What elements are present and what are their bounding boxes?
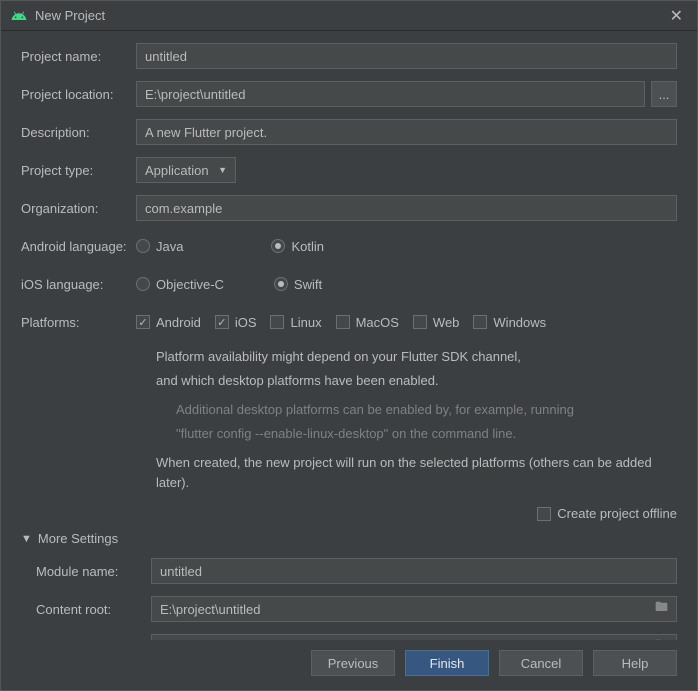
android-language-label: Android language: — [21, 239, 136, 254]
previous-button[interactable]: Previous — [311, 650, 395, 676]
new-project-dialog: New Project ✕ Project name: Project loca… — [0, 0, 698, 691]
project-location-label: Project location: — [21, 87, 136, 102]
help-button[interactable]: Help — [593, 650, 677, 676]
checkbox-icon: ✓ — [215, 315, 229, 329]
android-java-radio[interactable]: Java — [136, 239, 183, 254]
platform-info-line3: Additional desktop platforms can be enab… — [176, 400, 677, 420]
finish-button[interactable]: Finish — [405, 650, 489, 676]
content-root-input[interactable]: E:\project\untitled 🖿 — [151, 596, 677, 622]
platforms-label: Platforms: — [21, 315, 136, 330]
checkbox-icon — [270, 315, 284, 329]
platform-info-line1: Platform availability might depend on yo… — [156, 347, 677, 367]
browse-location-button[interactable]: ... — [651, 81, 677, 107]
description-label: Description: — [21, 125, 136, 140]
checkbox-icon: ✓ — [136, 315, 150, 329]
project-name-input[interactable] — [136, 43, 677, 69]
platform-info-line5: When created, the new project will run o… — [156, 453, 677, 492]
checkbox-icon — [537, 507, 551, 521]
organization-label: Organization: — [21, 201, 136, 216]
content-area: Project name: Project location: ... Desc… — [1, 31, 697, 640]
platform-ios-checkbox[interactable]: ✓ iOS — [215, 315, 257, 330]
project-name-label: Project name: — [21, 49, 136, 64]
project-type-select[interactable]: Application ▼ — [136, 157, 236, 183]
module-name-label: Module name: — [21, 564, 151, 579]
ios-swift-radio[interactable]: Swift — [274, 277, 322, 292]
platform-info-line4: "flutter config --enable-linux-desktop" … — [176, 424, 677, 444]
platform-android-checkbox[interactable]: ✓ Android — [136, 315, 201, 330]
create-offline-checkbox[interactable]: Create project offline — [537, 506, 677, 521]
radio-icon — [136, 239, 150, 253]
organization-input[interactable] — [136, 195, 677, 221]
radio-icon — [271, 239, 285, 253]
chevron-down-icon: ▼ — [218, 165, 227, 175]
checkbox-icon — [336, 315, 350, 329]
ios-objc-radio[interactable]: Objective-C — [136, 277, 224, 292]
radio-icon — [136, 277, 150, 291]
description-input[interactable] — [136, 119, 677, 145]
close-icon[interactable]: ✕ — [666, 6, 687, 26]
checkbox-icon — [473, 315, 487, 329]
cancel-button[interactable]: Cancel — [499, 650, 583, 676]
android-icon — [11, 8, 27, 24]
dialog-title: New Project — [35, 8, 666, 23]
project-type-label: Project type: — [21, 163, 136, 178]
ios-language-label: iOS language: — [21, 277, 136, 292]
platform-info-line2: and which desktop platforms have been en… — [156, 371, 677, 391]
content-root-label: Content root: — [21, 602, 151, 617]
platform-macos-checkbox[interactable]: MacOS — [336, 315, 399, 330]
module-name-input[interactable] — [151, 558, 677, 584]
folder-icon[interactable]: 🖿 — [655, 598, 668, 620]
platform-web-checkbox[interactable]: Web — [413, 315, 460, 330]
radio-icon — [274, 277, 288, 291]
project-location-input[interactable] — [136, 81, 645, 107]
checkbox-icon — [413, 315, 427, 329]
android-kotlin-radio[interactable]: Kotlin — [271, 239, 324, 254]
platform-windows-checkbox[interactable]: Windows — [473, 315, 546, 330]
button-bar: Previous Finish Cancel Help — [1, 640, 697, 690]
platform-linux-checkbox[interactable]: Linux — [270, 315, 321, 330]
more-settings-toggle[interactable]: ▼ More Settings — [21, 531, 677, 546]
chevron-down-icon: ▼ — [21, 533, 32, 545]
titlebar: New Project ✕ — [1, 1, 697, 31]
